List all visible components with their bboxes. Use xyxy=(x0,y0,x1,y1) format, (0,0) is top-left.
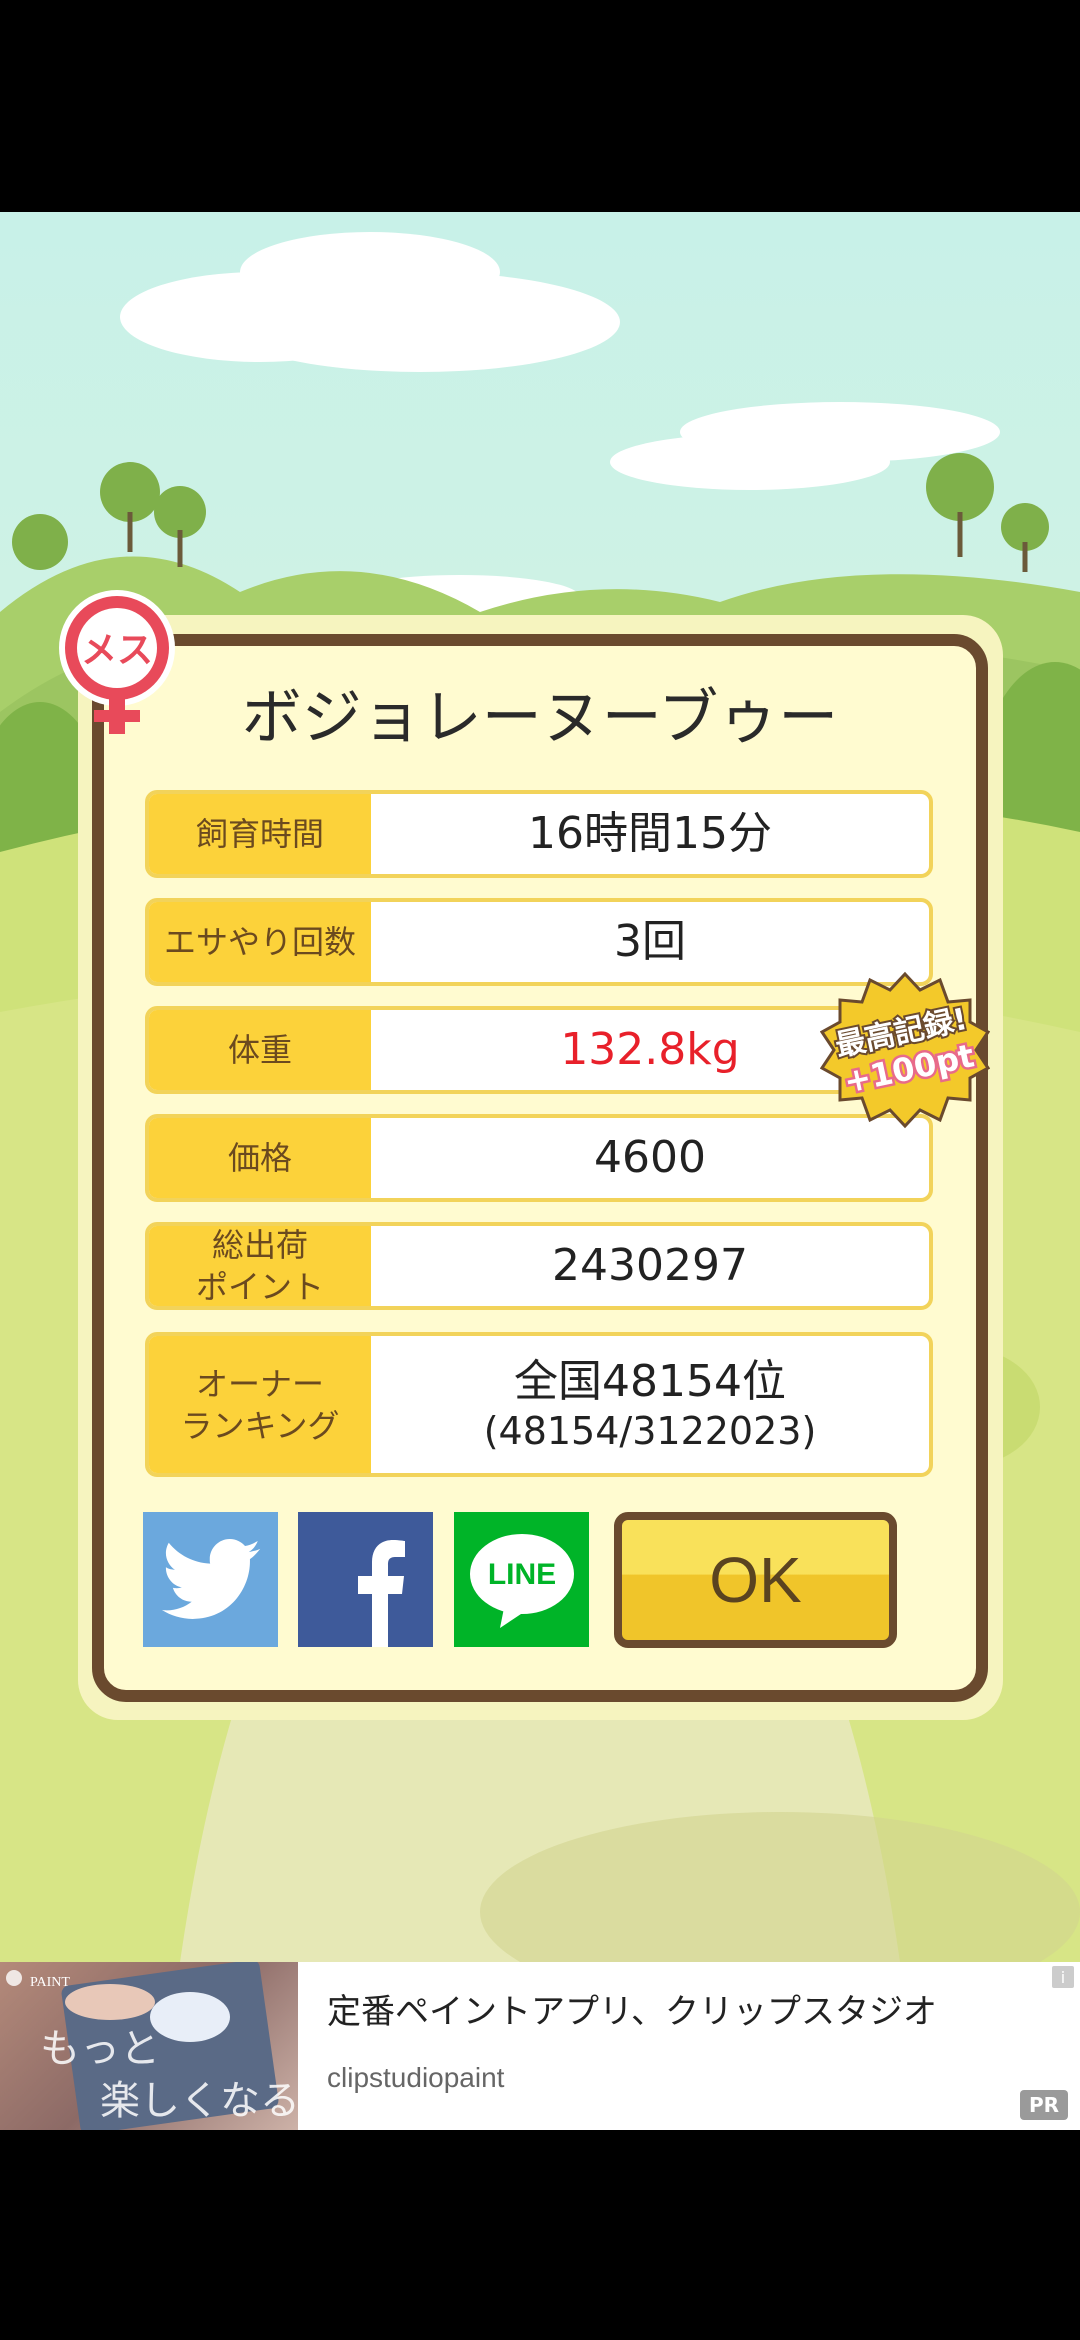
facebook-icon xyxy=(358,1540,405,1647)
stat-row-weight: 体重 132.8kg xyxy=(145,1006,933,1094)
twitter-share-button[interactable] xyxy=(143,1512,278,1647)
line-icon-label: LINE xyxy=(487,1558,555,1591)
ad-info-icon[interactable]: i xyxy=(1052,1966,1074,1988)
stat-value: 2430297 xyxy=(552,1240,748,1291)
ranking-value: 全国48154位 xyxy=(514,1355,786,1407)
navigation-bar xyxy=(0,2130,1080,2340)
facebook-share-button[interactable] xyxy=(298,1512,433,1647)
record-badge: 最高記録! +100pt xyxy=(820,971,990,1129)
ad-image-text2: 楽しくなる xyxy=(100,2078,298,2124)
stat-label-text: 総出荷 ポイント xyxy=(195,1226,324,1306)
stat-row-owner-ranking: オーナー ランキング 全国48154位 (48154/3122023) xyxy=(145,1332,933,1477)
stat-label: 飼育時間 xyxy=(149,794,371,874)
twitter-icon xyxy=(161,1538,260,1619)
stat-row-feed-count: エサやり回数 3回 xyxy=(145,898,933,986)
gender-label: メス xyxy=(81,630,153,671)
ad-domain[interactable]: clipstudiopaint xyxy=(327,2062,504,2094)
stat-label: オーナー ランキング xyxy=(149,1336,371,1473)
stat-label-text: オーナー ランキング xyxy=(180,1364,340,1445)
ad-title[interactable]: 定番ペイントアプリ、クリップスタジオ xyxy=(327,1984,937,2033)
ad-banner[interactable]: PAINT もっと 楽しくなる 定番ペイントアプリ、クリップスタジオ clips… xyxy=(0,1962,1080,2130)
ok-button[interactable]: OK xyxy=(614,1512,897,1648)
ad-pr-badge: PR xyxy=(1020,2090,1068,2120)
stat-value: 16時間15分 xyxy=(528,808,772,859)
stat-value: 4600 xyxy=(594,1132,706,1183)
stat-row-price: 価格 4600 xyxy=(145,1114,933,1202)
ad-image-logo: PAINT xyxy=(30,1975,70,1990)
ad-image[interactable]: PAINT もっと 楽しくなる xyxy=(0,1962,298,2130)
stat-row-breeding-time: 飼育時間 16時間15分 xyxy=(145,790,933,878)
pig-name: ボジョレーヌーブゥー xyxy=(241,683,839,753)
stat-label: 体重 xyxy=(149,1010,371,1090)
stat-label: 価格 xyxy=(149,1118,371,1198)
stat-value: 全国48154位 (48154/3122023) xyxy=(371,1336,929,1473)
stat-label: 総出荷 ポイント xyxy=(149,1226,371,1306)
stat-label: エサやり回数 xyxy=(149,902,371,982)
ad-image-text1: もっと xyxy=(40,2026,160,2072)
status-bar xyxy=(0,0,1080,212)
ranking-detail: (48154/3122023) xyxy=(483,1408,817,1453)
stat-row-total-points: 総出荷 ポイント 2430297 xyxy=(145,1222,933,1310)
line-icon: LINE xyxy=(469,1533,574,1628)
line-share-button[interactable]: LINE xyxy=(454,1512,589,1647)
